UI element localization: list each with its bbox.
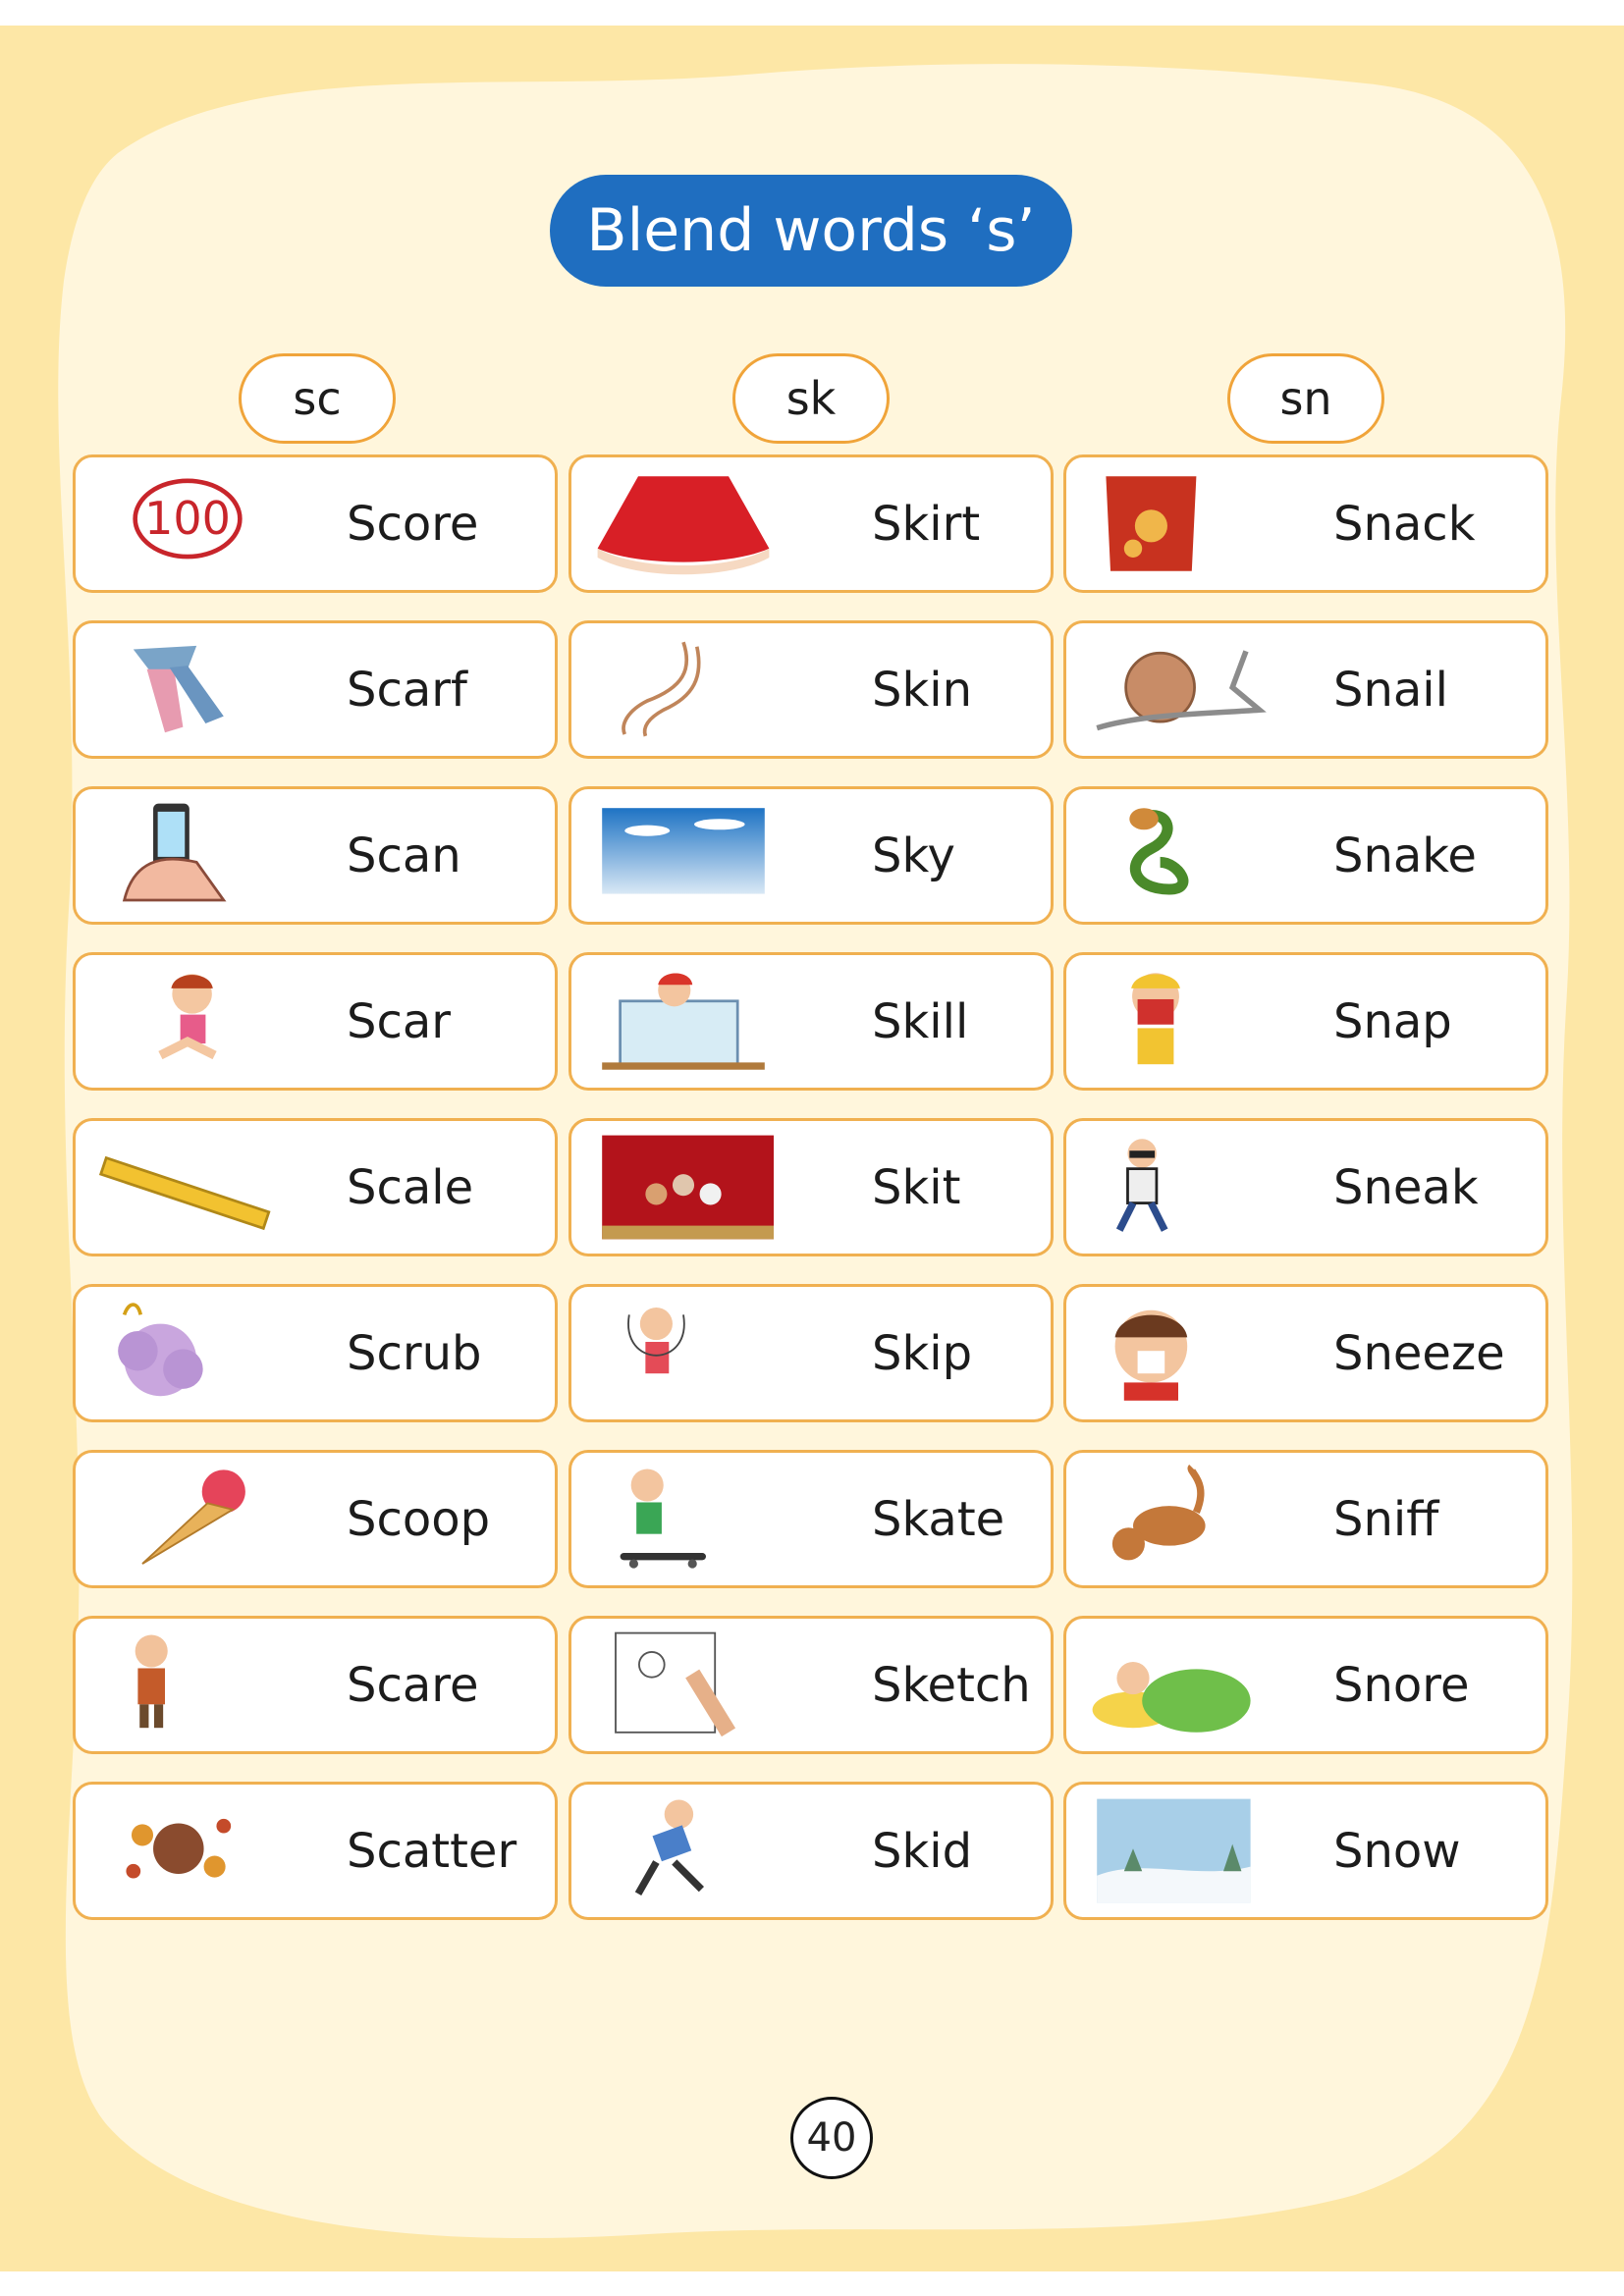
scarf-icon xyxy=(133,645,224,733)
slipping-boy-icon xyxy=(634,1799,705,1896)
word-card-scarf: Scarf xyxy=(73,620,558,759)
page: Blend words ‘s’ sc sk sn 100 Score Scarf Sc… xyxy=(0,26,1624,2271)
word-card-snap: Snap xyxy=(1063,952,1548,1091)
bath-scrub-icon xyxy=(118,1303,203,1397)
word-card-score: 100 Score xyxy=(73,454,558,593)
snail-icon xyxy=(1096,650,1267,731)
word-label: Skit xyxy=(872,1159,961,1215)
word-card-sneak: Sneak xyxy=(1063,1118,1548,1256)
word-label: Skill xyxy=(872,993,969,1049)
word-label: Sneeze xyxy=(1333,1325,1505,1381)
word-label: Scrub xyxy=(347,1325,482,1381)
word-label: Scan xyxy=(347,828,461,883)
camera-kid-icon xyxy=(1131,973,1180,1065)
sneaking-thief-icon xyxy=(1115,1139,1168,1232)
word-card-snack: Snack xyxy=(1063,454,1548,593)
word-label: Snore xyxy=(1333,1657,1470,1713)
word-card-sky: Sky xyxy=(568,786,1054,925)
svg-text:100: 100 xyxy=(144,492,231,545)
word-label: Scarf xyxy=(347,662,467,718)
word-card-skill: Skill xyxy=(568,952,1054,1091)
page-number: 40 xyxy=(790,2097,873,2179)
word-label: Score xyxy=(347,496,479,552)
stage-play-icon xyxy=(602,1135,774,1240)
word-card-skid: Skid xyxy=(568,1782,1054,1920)
word-label: Snake xyxy=(1333,828,1477,883)
arm-skin-icon xyxy=(622,641,701,737)
column-header-sc: sc xyxy=(239,353,396,444)
word-card-skirt: Skirt xyxy=(568,454,1054,593)
word-label: Scare xyxy=(347,1657,479,1713)
word-label: Snow xyxy=(1333,1823,1461,1879)
word-label: Snack xyxy=(1333,496,1476,552)
word-card-scare: Scare xyxy=(73,1616,558,1754)
word-card-scale: Scale xyxy=(73,1118,558,1256)
word-card-sniff: Sniff xyxy=(1063,1450,1548,1588)
word-card-scrub: Scrub xyxy=(73,1284,558,1422)
jump-rope-girl-icon xyxy=(627,1308,685,1374)
word-label: Snail xyxy=(1333,662,1448,718)
phone-scan-icon xyxy=(122,803,227,902)
word-label: Sketch xyxy=(872,1657,1031,1713)
word-card-scar: Scar xyxy=(73,952,558,1091)
word-label: Skirt xyxy=(872,496,981,552)
word-card-snake: Snake xyxy=(1063,786,1548,925)
word-card-snore: Snore xyxy=(1063,1616,1548,1754)
word-card-scatter: Scatter xyxy=(73,1782,558,1920)
scar-girl-icon xyxy=(158,974,217,1060)
skateboard-boy-icon xyxy=(620,1468,706,1569)
word-card-scoop: Scoop xyxy=(73,1450,558,1588)
sky-icon xyxy=(602,808,765,894)
skirt-icon xyxy=(597,476,770,575)
sniffing-dog-icon xyxy=(1111,1465,1206,1561)
word-label: Sneak xyxy=(1333,1159,1479,1215)
score-100-icon: 100 xyxy=(133,478,243,560)
word-label: Skid xyxy=(872,1823,973,1879)
word-card-sneeze: Sneeze xyxy=(1063,1284,1548,1422)
sneezing-boy-icon xyxy=(1114,1309,1188,1401)
word-label: Scatter xyxy=(347,1823,517,1879)
word-card-scan: Scan xyxy=(73,786,558,925)
column-header-sn: sn xyxy=(1227,353,1384,444)
word-label: Sky xyxy=(872,828,955,883)
boy-drawing-board-icon xyxy=(602,973,765,1070)
chips-bag-icon xyxy=(1106,476,1197,571)
word-label: Scar xyxy=(347,993,452,1049)
hand-sketch-icon xyxy=(615,1631,736,1737)
word-card-sketch: Sketch xyxy=(568,1616,1054,1754)
word-card-snail: Snail xyxy=(1063,620,1548,759)
word-label: Scoop xyxy=(347,1491,491,1547)
word-card-skate: Skate xyxy=(568,1450,1054,1588)
snow-landscape-icon xyxy=(1097,1798,1251,1903)
word-label: Skip xyxy=(872,1325,973,1381)
ice-cream-cone-icon xyxy=(141,1469,245,1565)
cobra-icon xyxy=(1129,808,1189,895)
scatter-splash-icon xyxy=(126,1818,232,1879)
word-label: Skin xyxy=(872,662,973,718)
word-label: Sniff xyxy=(1333,1491,1439,1547)
ruler-icon xyxy=(98,1155,271,1231)
sleeping-girl-icon xyxy=(1092,1662,1251,1733)
column-header-sk: sk xyxy=(732,353,890,444)
word-label: Snap xyxy=(1333,993,1452,1049)
word-card-skin: Skin xyxy=(568,620,1054,759)
word-card-snow: Snow xyxy=(1063,1782,1548,1920)
word-card-skip: Skip xyxy=(568,1284,1054,1422)
word-label: Skate xyxy=(872,1491,1005,1547)
page-title: Blend words ‘s’ xyxy=(550,175,1072,287)
word-card-skit: Skit xyxy=(568,1118,1054,1256)
word-label: Scale xyxy=(347,1159,474,1215)
scared-boy-icon xyxy=(135,1634,168,1729)
